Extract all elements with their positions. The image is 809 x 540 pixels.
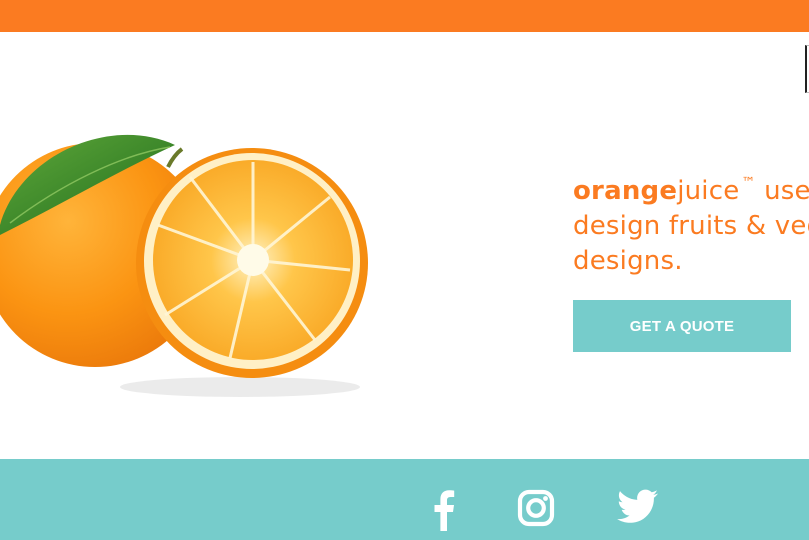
tagline-line-1-rest: uses: [764, 176, 809, 206]
orange-fruit-image: [0, 134, 368, 397]
tagline-line-2: design fruits & veg: [573, 211, 809, 241]
brand-name-orange: orange: [573, 176, 678, 206]
instagram-icon[interactable]: [517, 489, 555, 527]
tagline-line-1: orangejuice™ uses: [573, 166, 809, 209]
menu-toggle-edge[interactable]: [805, 45, 809, 93]
facebook-icon[interactable]: [431, 489, 455, 531]
hero-tagline: orangejuice™ uses design fruits & veg de…: [573, 166, 809, 279]
get-a-quote-button[interactable]: GET A QUOTE: [573, 300, 791, 352]
footer: [0, 459, 809, 540]
brand-name-juice: juice: [677, 176, 740, 206]
tagline-line-3: designs.: [573, 246, 683, 276]
page: orangejuice™ uses design fruits & veg de…: [0, 0, 809, 540]
top-bar: [0, 0, 809, 32]
twitter-icon[interactable]: [617, 489, 659, 525]
trademark-symbol: ™: [741, 175, 756, 191]
